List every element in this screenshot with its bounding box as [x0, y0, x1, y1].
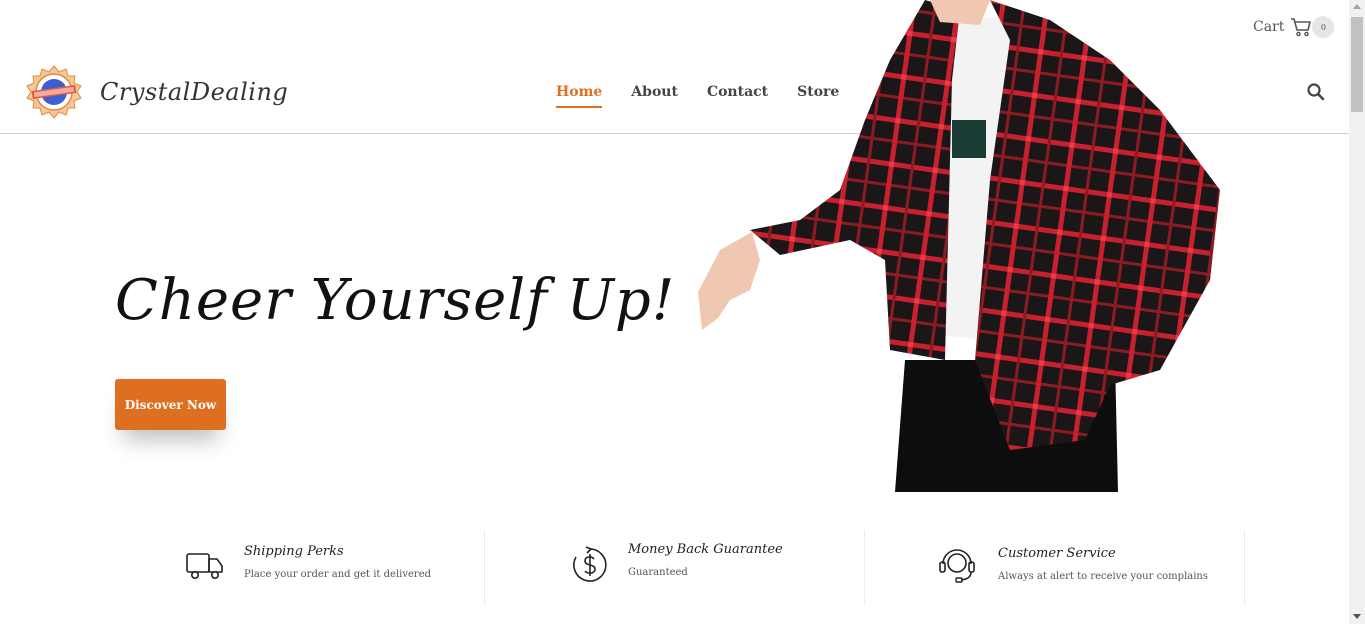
- logo-seal-icon: [26, 65, 82, 119]
- scroll-up-arrow-icon[interactable]: [1353, 4, 1361, 9]
- cart-label: Cart: [1253, 19, 1285, 35]
- cart-icon: [1291, 18, 1312, 37]
- feature-subtitle: Always at alert to receive your complain…: [998, 571, 1208, 582]
- feature-subtitle: Place your order and get it delivered: [244, 569, 432, 580]
- feature-shipping: Shipping Perks Place your order and get …: [105, 530, 485, 605]
- discover-now-button[interactable]: Discover Now: [115, 379, 226, 430]
- feature-title: Customer Service: [998, 546, 1116, 561]
- cart-button[interactable]: Cart 0: [1253, 16, 1335, 38]
- money-back-icon: [573, 546, 607, 582]
- scroll-down-arrow-icon[interactable]: [1353, 614, 1361, 619]
- vertical-scrollbar[interactable]: [1349, 0, 1365, 624]
- feature-title: Shipping Perks: [244, 544, 344, 559]
- truck-icon: [186, 553, 223, 579]
- search-icon[interactable]: [1306, 82, 1326, 102]
- cart-count-badge: 0: [1312, 16, 1335, 38]
- scroll-thumb[interactable]: [1351, 17, 1363, 112]
- nav-home[interactable]: Home: [556, 84, 603, 108]
- feature-subtitle: Guaranteed: [628, 567, 688, 578]
- features-strip: Shipping Perks Place your order and get …: [105, 530, 1245, 605]
- page: CrystalDealing Home About Contact Store …: [0, 0, 1365, 624]
- hero-model-image: [698, 0, 1220, 492]
- feature-money-back: Money Back Guarantee Guaranteed: [485, 530, 865, 605]
- feature-customer-service: Customer Service Always at alert to rece…: [865, 530, 1245, 605]
- brand-logo[interactable]: [24, 64, 84, 120]
- brand-name[interactable]: CrystalDealing: [100, 78, 288, 106]
- hero-title: Cheer Yourself Up!: [115, 268, 676, 333]
- headset-icon: [939, 549, 975, 583]
- feature-title: Money Back Guarantee: [628, 542, 783, 557]
- nav-about[interactable]: About: [631, 84, 678, 108]
